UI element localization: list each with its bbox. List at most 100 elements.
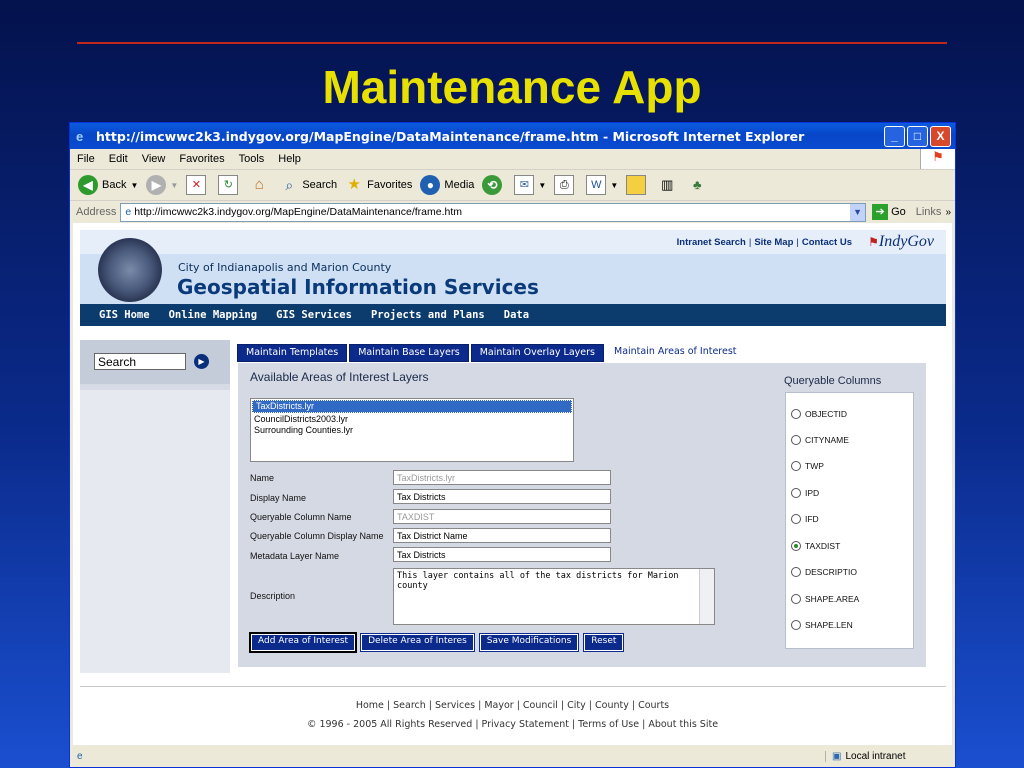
links-button[interactable]: Links: [916, 206, 942, 218]
close-button[interactable]: X: [930, 125, 951, 147]
status-bar: e ▣ Local intranet: [73, 747, 952, 765]
radio-twp[interactable]: TWP: [791, 461, 824, 471]
queryable-columns-list: OBJECTID CITYNAME TWP IPD IFD TAXDIST DE…: [785, 392, 914, 649]
site-map-link[interactable]: Site Map: [754, 237, 793, 248]
queryable-column-name-field[interactable]: TAXDIST: [393, 509, 611, 524]
menu-edit[interactable]: Edit: [109, 153, 128, 165]
refresh-icon[interactable]: ↻: [218, 175, 239, 195]
go-button[interactable]: ➔ Go: [872, 204, 906, 220]
tab-maintain-templates[interactable]: Maintain Templates: [237, 344, 348, 362]
radio-icon: [791, 409, 801, 419]
list-item[interactable]: TaxDistricts.lyr: [252, 400, 572, 413]
menu-bar: File Edit View Favorites Tools Help ⚑: [70, 149, 955, 170]
tab-maintain-areas-of-interest[interactable]: Maintain Areas of Interest: [606, 344, 745, 362]
forward-button[interactable]: ▶ ▼: [146, 175, 178, 195]
footer-links[interactable]: Home | Search | Services | Mayor | Counc…: [73, 700, 952, 711]
home-icon[interactable]: ⌂: [250, 176, 268, 194]
queryable-column-display-label: Queryable Column Display Name: [250, 531, 384, 541]
star-icon: ★: [347, 176, 361, 193]
standard-toolbar: ◀ Back ▼ ▶ ▼ ✕ ↻ ⌂ ⌕ Search ★ Favorites …: [70, 170, 955, 201]
print-icon[interactable]: ⎙: [554, 175, 575, 195]
queryable-columns-title: Queryable Columns: [784, 375, 882, 387]
search-button[interactable]: ⌕ Search: [280, 176, 337, 194]
menu-favorites[interactable]: Favorites: [179, 153, 224, 165]
favorites-button[interactable]: ★ Favorites: [345, 176, 412, 194]
address-dropdown-icon[interactable]: ▼: [850, 203, 866, 221]
tab-maintain-overlay-layers[interactable]: Maintain Overlay Layers: [470, 344, 604, 362]
menu-tools[interactable]: Tools: [239, 153, 265, 165]
media-label: Media: [444, 179, 475, 191]
sidebar-panel: [80, 390, 230, 673]
title-bar[interactable]: e http://imcwwc2k3.indygov.org/MapEngine…: [70, 123, 955, 149]
display-name-label: Display Name: [250, 493, 307, 503]
nav-gis-home[interactable]: GIS Home: [99, 309, 150, 321]
menu-file[interactable]: File: [77, 153, 95, 165]
nav-projects-plans[interactable]: Projects and Plans: [371, 309, 485, 321]
tab-maintain-base-layers[interactable]: Maintain Base Layers: [349, 344, 469, 362]
radio-shape-area[interactable]: SHAPE.AREA: [791, 594, 859, 604]
search-go-icon[interactable]: ▶: [194, 354, 209, 369]
messenger-icon[interactable]: ♣: [688, 176, 706, 194]
nav-gis-services[interactable]: GIS Services: [276, 309, 352, 321]
panel-heading: Available Areas of Interest Layers: [250, 370, 429, 384]
security-zone: ▣ Local intranet: [825, 750, 952, 762]
mail-icon[interactable]: ✉: [514, 175, 535, 195]
address-input[interactable]: e http://imcwwc2k3.indygov.org/MapEngine…: [120, 202, 867, 222]
research-icon[interactable]: ▥: [658, 176, 676, 194]
description-textarea[interactable]: This layer contains all of the tax distr…: [393, 568, 715, 625]
discuss-icon[interactable]: [626, 175, 647, 195]
radio-shape-len[interactable]: SHAPE.LEN: [791, 620, 853, 630]
edit-icon[interactable]: W: [586, 175, 607, 195]
back-arrow-icon: ◀: [78, 175, 98, 195]
save-modifications-button[interactable]: Save Modifications: [478, 633, 580, 652]
radio-objectid[interactable]: OBJECTID: [791, 409, 847, 419]
nav-online-mapping[interactable]: Online Mapping: [169, 309, 258, 321]
radio-cityname[interactable]: CITYNAME: [791, 435, 849, 445]
forward-dropdown-icon[interactable]: ▼: [170, 181, 178, 190]
radio-taxdist[interactable]: TAXDIST: [791, 541, 840, 551]
site-banner: Intranet Search | Site Map | Contact Us ⚑Ind…: [80, 230, 946, 304]
city-name: City of Indianapolis and Marion County: [178, 261, 392, 274]
layers-listbox[interactable]: TaxDistricts.lyr CouncilDistricts2003.ly…: [250, 398, 574, 462]
menu-view[interactable]: View: [142, 153, 166, 165]
ie-logo-icon: e: [76, 129, 84, 144]
queryable-column-name-label: Queryable Column Name: [250, 512, 352, 522]
metadata-layer-name-field[interactable]: Tax Districts: [393, 547, 611, 562]
menu-help[interactable]: Help: [278, 153, 301, 165]
go-label: Go: [891, 206, 906, 218]
description-scrollbar[interactable]: [699, 569, 714, 624]
maximize-button[interactable]: □: [907, 125, 928, 147]
name-field[interactable]: TaxDistricts.lyr: [393, 470, 611, 485]
queryable-column-display-field[interactable]: Tax District Name: [393, 528, 611, 543]
delete-area-button[interactable]: Delete Area of Interes: [360, 633, 475, 652]
history-icon[interactable]: ⟲: [482, 175, 503, 195]
contact-us-link[interactable]: Contact Us: [802, 237, 852, 248]
back-button[interactable]: ◀ Back ▼: [78, 175, 138, 195]
add-area-button[interactable]: Add Area of Interest: [248, 632, 358, 653]
radio-ipd[interactable]: IPD: [791, 488, 819, 498]
list-item[interactable]: CouncilDistricts2003.lyr: [251, 414, 573, 425]
indygov-logo[interactable]: ⚑IndyGov: [868, 233, 934, 251]
intranet-search-link[interactable]: Intranet Search: [677, 237, 746, 248]
stop-icon[interactable]: ✕: [186, 175, 207, 195]
media-icon: ●: [420, 175, 441, 195]
edit-dropdown-icon[interactable]: ▼: [610, 181, 618, 190]
media-button[interactable]: ● Media: [420, 175, 474, 195]
chevron-right-icon[interactable]: »: [945, 207, 951, 218]
back-dropdown-icon[interactable]: ▼: [130, 181, 138, 190]
radio-descriptio[interactable]: DESCRIPTIO: [791, 567, 857, 577]
list-item[interactable]: Surrounding Counties.lyr: [251, 425, 573, 436]
zone-label: Local intranet: [845, 750, 906, 762]
page-status-icon: e: [77, 750, 83, 762]
radio-ifd[interactable]: IFD: [791, 514, 819, 524]
search-input[interactable]: Search: [94, 353, 186, 370]
metadata-layer-name-label: Metadata Layer Name: [250, 551, 340, 561]
footer-divider: [80, 686, 946, 687]
footer-copyright[interactable]: © 1996 - 2005 All Rights Reserved | Priv…: [73, 719, 952, 730]
minimize-button[interactable]: _: [884, 125, 905, 147]
reset-button[interactable]: Reset: [583, 633, 625, 652]
mail-dropdown-icon[interactable]: ▼: [538, 181, 546, 190]
nav-data[interactable]: Data: [504, 309, 529, 321]
display-name-field[interactable]: Tax Districts: [393, 489, 611, 504]
page-viewport: Intranet Search | Site Map | Contact Us ⚑Ind…: [73, 223, 952, 745]
